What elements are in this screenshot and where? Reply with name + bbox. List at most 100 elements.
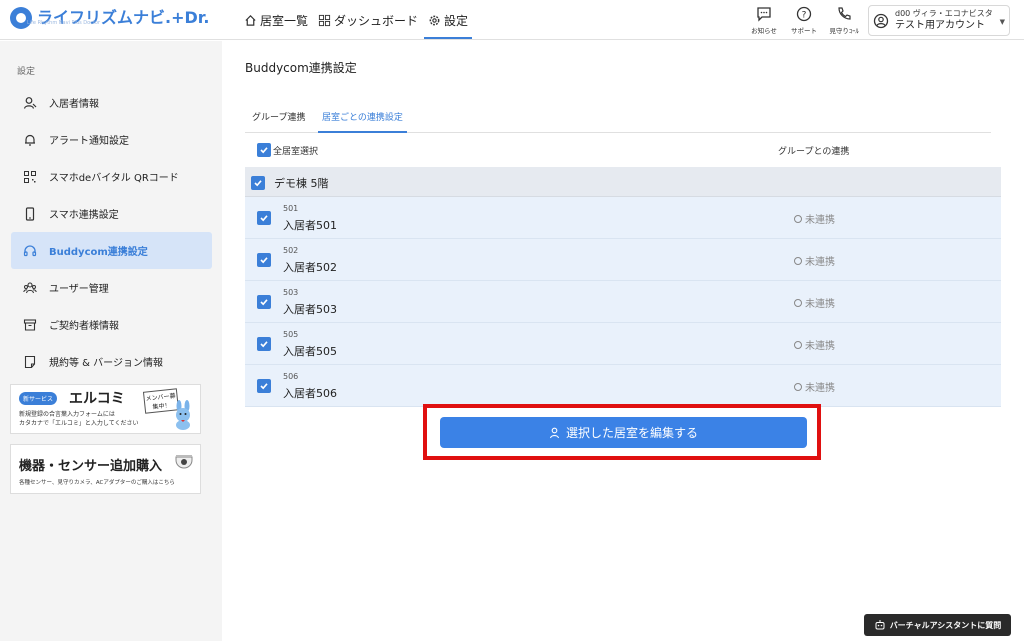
qr-code-icon (24, 170, 36, 183)
sidebar-item-label: ユーザー管理 (49, 284, 109, 295)
sidebar-item-label: 入居者情報 (49, 99, 99, 110)
edit-selected-rooms-button[interactable]: 選択した居室を編集する (440, 417, 807, 448)
nav-settings[interactable]: 設定 (424, 0, 473, 40)
check-icon (260, 215, 268, 222)
sidebar-item-contractor-info[interactable]: ご契約者様情報 (11, 306, 212, 343)
sidebar-item-terms-version[interactable]: 規約等 & バージョン情報 (11, 343, 212, 380)
app-header: ライフリズムナビ.+Dr. Life Rhythm Navi Plus Doct… (0, 0, 1024, 40)
room-row: 505 入居者505 未連携 (245, 323, 1001, 365)
tab-per-room-link[interactable]: 居室ごとの連携設定 (318, 110, 407, 133)
device-purchase-banner[interactable]: 機器・センサー追加購入 各種センサー、見守りカメラ、ACアダプターのご購入はこち… (10, 444, 201, 494)
notifications-button[interactable]: お知らせ (744, 4, 784, 35)
account-menu[interactable]: d00 ヴィラ・エコナビスタ テスト用アカウント ▼ (868, 5, 1010, 36)
page-title: Buddycom連携設定 (245, 61, 357, 75)
status-circle-icon (794, 214, 802, 223)
room-number: 506 (283, 372, 299, 381)
resident-name: 入居者506 (283, 387, 337, 400)
check-icon (260, 341, 268, 348)
link-status: 未連携 (794, 253, 835, 268)
link-status: 未連携 (794, 337, 835, 352)
support-label: サポート (791, 27, 817, 35)
archive-icon (23, 318, 37, 331)
camera-icon (175, 455, 193, 469)
support-button[interactable]: ? サポート (784, 4, 824, 35)
nav-room-list[interactable]: 居室一覧 (240, 0, 312, 40)
sidebar-item-alert-settings[interactable]: アラート通知設定 (11, 121, 212, 158)
status-circle-icon (794, 382, 802, 391)
nav-room-list-label: 居室一覧 (260, 13, 309, 28)
sidebar-item-label: 規約等 & バージョン情報 (49, 358, 163, 369)
sidebar-item-label: ご契約者様情報 (49, 321, 119, 332)
smartphone-icon (25, 206, 35, 221)
resident-name: 入居者503 (283, 303, 337, 316)
check-icon (260, 299, 268, 306)
sidebar-item-label: スマホ連携設定 (49, 210, 119, 221)
account-name: テスト用アカウント (895, 20, 985, 31)
gear-icon (429, 15, 440, 25)
resident-name: 入居者505 (283, 345, 337, 358)
sidebar-item-phone-link[interactable]: スマホ連携設定 (11, 195, 212, 232)
help-circle-icon: ? (796, 6, 812, 22)
robot-icon (875, 620, 885, 630)
users-icon (23, 281, 37, 293)
room-checkbox[interactable] (257, 379, 271, 393)
link-status: 未連携 (794, 379, 835, 394)
room-checkbox[interactable] (257, 253, 271, 267)
room-row: 503 入居者503 未連携 (245, 281, 1001, 323)
nav-dashboard-label: ダッシュボード (334, 13, 419, 28)
sidebar-item-label: スマホdeバイタル QRコード (49, 173, 179, 184)
document-icon (24, 355, 36, 368)
elcomi-banner[interactable]: 新サービス エルコミ 新規登録の合言葉入力フォームには カタカナで「エルコミ」と… (10, 384, 201, 434)
edit-selected-rooms-label: 選択した居室を編集する (565, 426, 698, 440)
group-checkbox[interactable] (251, 176, 265, 190)
sidebar-item-label: アラート通知設定 (49, 136, 129, 147)
watch-call-label: 見守りｺｰﾙ (829, 27, 859, 35)
group-link-column-header: グループとの連携 (778, 147, 850, 157)
logo-subtitle: Life Rhythm Navi Plus Doctor (27, 20, 101, 26)
sidebar-item-buddycom[interactable]: Buddycom連携設定 (11, 232, 212, 269)
resident-name: 入居者501 (283, 219, 337, 232)
svg-text:?: ? (802, 11, 807, 21)
nav-dashboard[interactable]: ダッシュボード (314, 0, 422, 40)
elcomi-desc-line1: 新規登録の合言葉入力フォームには (19, 411, 115, 418)
select-all-checkbox[interactable] (257, 143, 271, 157)
room-number: 501 (283, 204, 299, 213)
sidebar-item-resident-info[interactable]: 入居者情報 (11, 84, 212, 121)
sidebar-item-user-management[interactable]: ユーザー管理 (11, 269, 212, 306)
link-status: 未連携 (794, 211, 835, 226)
room-checkbox[interactable] (257, 337, 271, 351)
watch-call-button[interactable]: 見守りｺｰﾙ (824, 4, 864, 35)
group-row: デモ棟 5階 (245, 167, 1001, 197)
virtual-assistant-button[interactable]: バーチャルアシスタントに質問 (864, 614, 1011, 636)
sidebar-item-label: Buddycom連携設定 (49, 247, 148, 258)
check-icon (260, 147, 268, 154)
room-checkbox[interactable] (257, 211, 271, 225)
link-status-text: 未連携 (805, 341, 835, 352)
elcomi-desc-line2: カタカナで「エルコミ」と入力してください (19, 420, 139, 427)
settings-sidebar: 設定 入居者情報 アラート通知設定 スマホdeバイタル QRコード スマホ連携設… (0, 41, 222, 641)
link-status-text: 未連携 (805, 257, 835, 268)
check-icon (260, 383, 268, 390)
home-icon (245, 14, 256, 26)
new-service-badge: 新サービス (19, 392, 58, 405)
status-circle-icon (794, 256, 802, 265)
room-row: 502 入居者502 未連携 (245, 239, 1001, 281)
bell-icon (25, 134, 35, 146)
room-row: 501 入居者501 未連携 (245, 197, 1001, 239)
grid-icon (318, 14, 331, 26)
room-number: 505 (283, 330, 299, 339)
link-status-text: 未連携 (805, 383, 835, 394)
sidebar-title: 設定 (17, 67, 36, 77)
room-checkbox[interactable] (257, 295, 271, 309)
mascot-rabbit-icon (176, 400, 190, 430)
resident-icon (23, 96, 37, 109)
sidebar-item-vital-qr[interactable]: スマホdeバイタル QRコード (11, 158, 212, 195)
list-header: 全居室選択 グループとの連携 (245, 134, 1001, 166)
device-purchase-title: 機器・センサー追加購入 (19, 459, 163, 474)
tab-group-link[interactable]: グループ連携 (252, 110, 305, 133)
settings-tabs: グループ連携 居室ごとの連携設定 (245, 106, 991, 133)
resident-name: 入居者502 (283, 261, 337, 274)
room-number: 502 (283, 246, 299, 255)
link-status-text: 未連携 (805, 215, 835, 226)
person-icon (549, 427, 560, 438)
